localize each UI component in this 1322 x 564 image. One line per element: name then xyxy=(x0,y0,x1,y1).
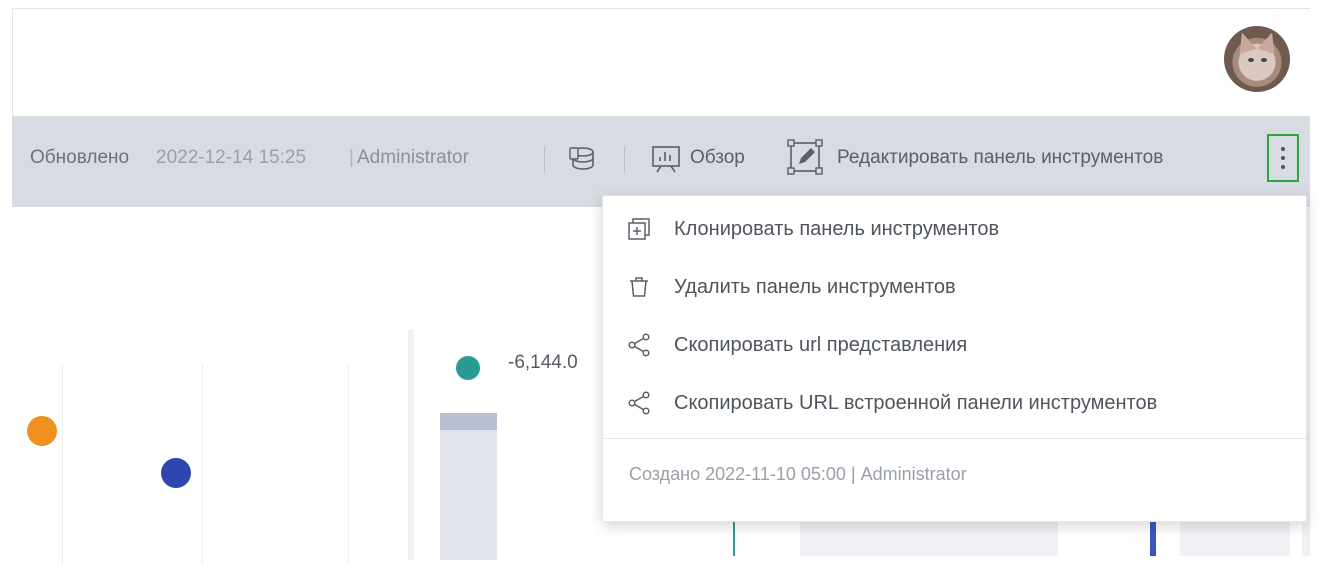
more-dot xyxy=(1281,165,1285,169)
updated-separator: | xyxy=(349,147,354,168)
chart-point-orange[interactable] xyxy=(27,416,57,446)
bar-segment[interactable] xyxy=(440,430,497,560)
avatar-ear xyxy=(1233,29,1257,55)
header-border xyxy=(12,8,1310,9)
updated-user: Administrator xyxy=(357,147,469,168)
legend-marker xyxy=(456,356,480,380)
chart-background xyxy=(800,520,1058,556)
edit-dashboard-button[interactable]: Редактировать панель инструментов xyxy=(837,146,1163,170)
more-dot xyxy=(1281,147,1285,151)
chart-gridline xyxy=(62,364,63,564)
edit-dashboard-icon[interactable] xyxy=(786,138,824,176)
dataset-icon[interactable] xyxy=(568,144,598,174)
chart-gridline xyxy=(202,364,203,564)
trash-icon xyxy=(630,277,648,297)
presentation-icon[interactable] xyxy=(651,144,681,174)
menu-item-copy-embed-url[interactable]: Скопировать URL встроенной панели инстру… xyxy=(603,374,1306,432)
created-info: Создано 2022-11-10 05:00 | Administrator xyxy=(629,464,967,484)
header-border-left xyxy=(12,8,13,116)
avatar-ear xyxy=(1257,29,1281,55)
menu-item-label: Удалить панель инструментов xyxy=(674,275,956,298)
menu-divider xyxy=(603,438,1306,439)
share-icon xyxy=(628,391,650,415)
toolbar-divider xyxy=(544,146,545,172)
dashboard-toolbar: Обновлено 2022-12-14 15:25 | Administrat… xyxy=(12,116,1310,207)
avatar-eye xyxy=(1248,58,1254,62)
menu-item-clone-dashboard[interactable]: Клонировать панель инструментов xyxy=(603,200,1306,258)
chart-background xyxy=(1180,520,1290,556)
more-options-button[interactable] xyxy=(1267,134,1299,182)
menu-item-label: Скопировать url представления xyxy=(674,333,968,356)
menu-item-label: Клонировать панель инструментов xyxy=(674,217,1000,240)
legend-value: -6,144.0 xyxy=(508,352,578,373)
menu-item-delete-dashboard[interactable]: Удалить панель инструментов xyxy=(603,258,1306,316)
more-options-menu: Клонировать панель инструментов Удалить … xyxy=(602,195,1307,522)
more-dot xyxy=(1281,156,1285,160)
chart-bar[interactable] xyxy=(1150,520,1156,556)
chart-point-blue[interactable] xyxy=(161,458,191,488)
panel-divider xyxy=(408,330,414,560)
avatar-eye xyxy=(1261,58,1267,62)
avatar[interactable] xyxy=(1224,26,1290,92)
menu-item-copy-view-url[interactable]: Скопировать url представления xyxy=(603,316,1306,374)
clone-icon xyxy=(628,218,650,240)
menu-item-label: Скопировать URL встроенной панели инстру… xyxy=(674,391,1158,414)
toolbar-divider xyxy=(624,146,625,172)
updated-timestamp: 2022-12-14 15:25 xyxy=(156,147,307,168)
share-icon xyxy=(628,333,650,357)
updated-label: Обновлено xyxy=(30,147,130,168)
overview-button[interactable]: Обзор xyxy=(690,146,745,170)
chart-line xyxy=(733,520,735,556)
bar-segment[interactable] xyxy=(440,413,497,430)
chart-gridline xyxy=(348,364,349,564)
